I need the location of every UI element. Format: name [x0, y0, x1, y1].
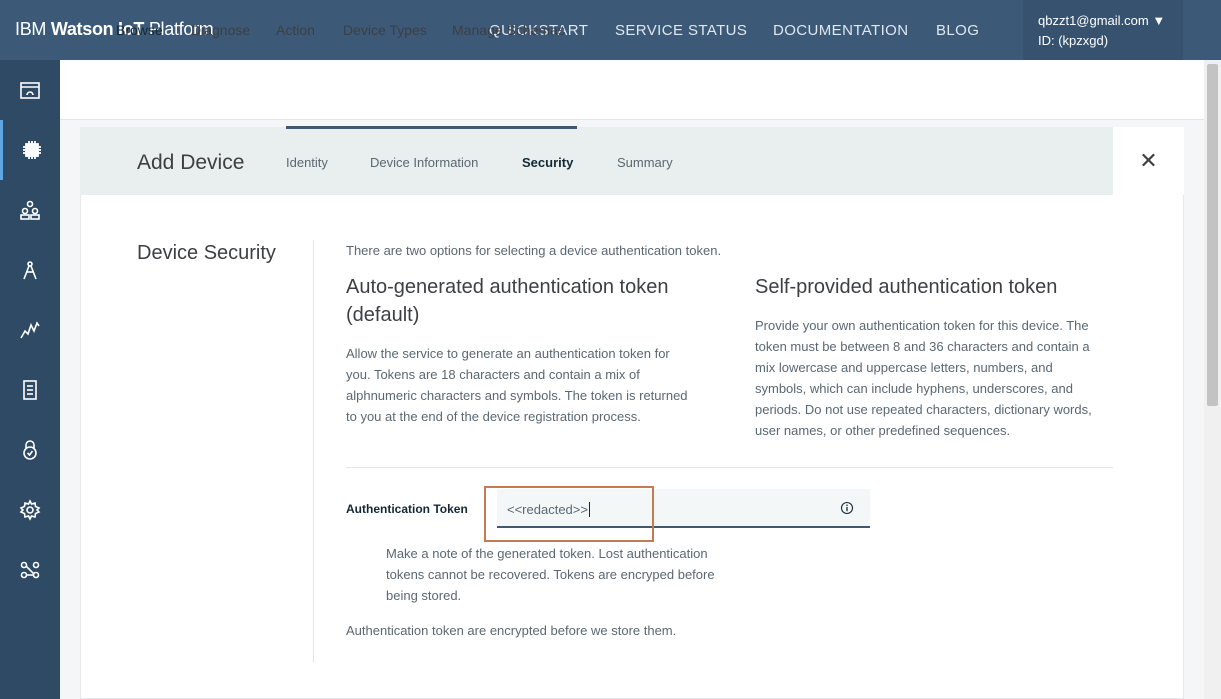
sidebar-item-rules[interactable]	[0, 360, 60, 420]
account-menu[interactable]: qbzzt1@gmail.com ▼ ID: (kpzxgd)	[1023, 0, 1183, 60]
account-email: qbzzt1@gmail.com ▼	[1038, 13, 1166, 28]
sub-navigation	[60, 60, 1204, 120]
self-token-title: Self-provided authentication token	[755, 276, 1058, 298]
close-icon: ✕	[1139, 148, 1158, 173]
brand-logo[interactable]: IBM Watson IoT Platform	[15, 19, 214, 40]
sidebar-item-apps[interactable]	[0, 240, 60, 300]
auto-desc-line: you. Tokens are 18 characters and contai…	[346, 367, 640, 382]
sidebar-item-devices[interactable]	[0, 120, 60, 180]
security-icon	[23, 440, 37, 460]
topnav-service-status[interactable]: SERVICE STATUS	[615, 22, 747, 39]
settings-icon	[19, 499, 41, 521]
account-id: ID: (kpzxgd)	[1038, 33, 1109, 48]
auto-desc-line: alphnumeric characters and symbols. The …	[346, 388, 688, 403]
highlight-annotation	[484, 486, 654, 542]
auto-desc-line: Allow the service to generate an authent…	[346, 346, 670, 361]
self-desc-line: Provide your own authentication token fo…	[755, 318, 1089, 333]
sidebar-item-security[interactable]	[0, 420, 60, 480]
auth-token-label: Authentication Token	[346, 502, 468, 516]
brand-prefix: IBM	[15, 19, 51, 39]
sidebar-item-settings[interactable]	[0, 480, 60, 540]
tab-browse[interactable]: Browse	[116, 22, 163, 38]
step-security[interactable]: Security	[522, 155, 573, 170]
topnav-documentation[interactable]: DOCUMENTATION	[773, 22, 908, 39]
devices-icon	[22, 141, 41, 159]
sidebar	[0, 60, 60, 699]
sidebar-item-boards[interactable]	[0, 60, 60, 120]
tab-action[interactable]: Action	[276, 22, 315, 38]
self-desc-line: token must be between 8 and 36 character…	[755, 339, 1090, 354]
intro-text: There are two options for selecting a de…	[346, 243, 722, 258]
self-desc-line: user names, or other predefined sequence…	[755, 423, 1011, 438]
auto-token-title: Auto-generated authentication token (def…	[346, 273, 726, 329]
self-desc-line: mix lowercase and uppercase letters, num…	[755, 360, 1053, 375]
auto-token-title-line1: Auto-generated authentication token	[346, 276, 669, 298]
encryption-note: Authentication token are encrypted befor…	[346, 623, 677, 638]
self-desc-line: symbols, which can include hyphens, unde…	[755, 381, 1073, 396]
step-identity[interactable]: Identity	[286, 155, 328, 170]
auto-desc-line: to you at the end of the device registra…	[346, 409, 641, 424]
tab-manage-schemas[interactable]: Manage Schemas	[452, 22, 565, 38]
token-note: Make a note of the generated token. Lost…	[386, 543, 746, 606]
sidebar-item-usage[interactable]	[0, 300, 60, 360]
tab-diagnose[interactable]: Diagnose	[191, 22, 250, 38]
info-icon[interactable]	[840, 501, 854, 515]
step-device-information[interactable]: Device Information	[370, 155, 478, 170]
wizard-title: Add Device	[137, 151, 245, 174]
boards-icon	[20, 82, 40, 99]
auto-token-title-line2: (default)	[346, 304, 420, 326]
note-line: Make a note of the generated token. Lost…	[386, 546, 708, 561]
topnav-blog[interactable]: BLOG	[936, 22, 979, 39]
rules-icon	[23, 380, 37, 400]
usage-icon	[20, 321, 40, 339]
extensions-icon	[20, 561, 40, 579]
step-summary[interactable]: Summary	[617, 155, 673, 170]
note-line: tokens cannot be recovered. Tokens are e…	[386, 567, 715, 582]
members-icon	[20, 200, 40, 220]
auto-token-description: Allow the service to generate an authent…	[346, 343, 726, 427]
tab-device-types[interactable]: Device Types	[343, 22, 427, 38]
self-token-description: Provide your own authentication token fo…	[755, 315, 1115, 441]
wizard-progress-indicator	[286, 126, 577, 129]
apps-icon	[23, 261, 37, 280]
sidebar-item-extensions[interactable]	[0, 540, 60, 600]
note-line: being stored.	[386, 588, 462, 603]
horizontal-divider	[346, 467, 1113, 468]
active-tab-indicator	[116, 57, 163, 60]
section-title: Device Security	[137, 242, 276, 264]
self-desc-line: periods. Do not use repeated characters,…	[755, 402, 1092, 417]
vertical-divider	[313, 240, 314, 662]
scrollbar-thumb[interactable]	[1207, 64, 1218, 406]
top-bar: IBM Watson IoT Platform QUICKSTART SERVI…	[0, 0, 1221, 60]
sidebar-item-members[interactable]	[0, 180, 60, 240]
close-button[interactable]: ✕	[1113, 127, 1184, 195]
